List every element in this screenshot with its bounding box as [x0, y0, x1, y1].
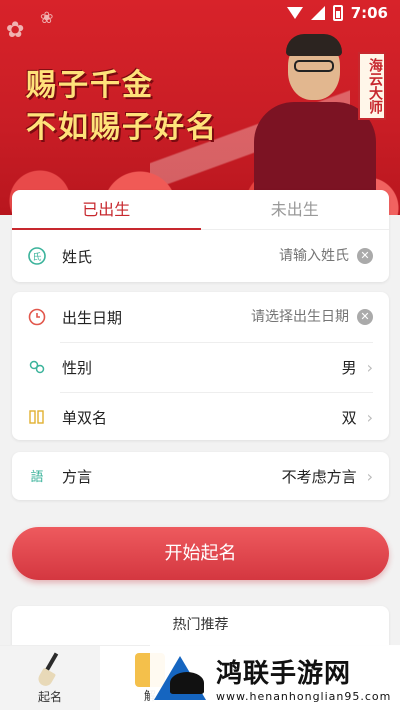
- birth-info-card: 出生日期 ✕ 性别 男 › 单双名 双 ›: [12, 292, 389, 440]
- dialect-icon: 語: [28, 467, 46, 485]
- gender-value: 男: [341, 358, 357, 377]
- dialect-value: 不考虑方言: [281, 467, 357, 486]
- slogan-line-2: 不如赐子好名: [26, 110, 218, 145]
- status-bar: 7:06: [0, 0, 400, 26]
- chevron-right-icon: ›: [366, 357, 373, 377]
- watermark-url: www.henanhonglian95.com: [216, 689, 392, 703]
- birth-tabs: 已出生 未出生: [12, 190, 389, 230]
- chevron-right-icon: ›: [366, 407, 373, 427]
- watermark: 鸿联手游网 www.henanhonglian95.com: [150, 645, 400, 710]
- nav-item-naming[interactable]: 起名: [0, 646, 100, 710]
- signal-icon: [310, 6, 325, 20]
- clock-icon: [28, 308, 46, 326]
- status-time: 7:06: [350, 4, 388, 22]
- surname-icon: 氏: [28, 247, 46, 265]
- brush-icon: [35, 652, 65, 689]
- wifi-icon: [286, 7, 303, 19]
- name-length-label: 单双名: [62, 408, 108, 427]
- slogan-line-1: 赐子千金: [26, 68, 154, 103]
- svg-text:氏: 氏: [32, 252, 41, 263]
- start-naming-button[interactable]: 开始起名: [12, 527, 389, 580]
- birth-date-label: 出生日期: [62, 308, 123, 327]
- surname-row[interactable]: 氏 姓氏 ✕: [12, 230, 389, 282]
- nav-item-label: 起名: [37, 690, 62, 704]
- svg-text:語: 語: [30, 469, 43, 485]
- watermark-title: 鸿联手游网: [216, 658, 352, 689]
- watermark-logo-icon: [150, 650, 210, 705]
- clear-surname-icon[interactable]: ✕: [357, 248, 373, 264]
- dialect-row[interactable]: 語 方言 不考虑方言 ›: [12, 452, 389, 500]
- name-length-value: 双: [341, 408, 357, 427]
- surname-label: 姓氏: [62, 247, 93, 266]
- birth-status-card: 已出生 未出生 氏 姓氏 ✕: [12, 190, 389, 282]
- master-title: 海云大师: [358, 52, 386, 120]
- blossom-decoration: ❀: [40, 8, 54, 27]
- name-length-row[interactable]: 单双名 双 ›: [12, 392, 389, 442]
- battery-icon: [332, 5, 343, 21]
- dialect-label: 方言: [62, 467, 93, 486]
- gender-row[interactable]: 性别 男 ›: [12, 342, 389, 392]
- surname-input[interactable]: [189, 248, 349, 264]
- tab-unborn[interactable]: 未出生: [201, 190, 390, 229]
- name-length-icon: [28, 408, 46, 426]
- gender-icon: [28, 358, 46, 376]
- hero-banner: 7:06 ✿ ❀ 赐子千金 不如赐子好名 海云大师: [0, 0, 400, 215]
- clear-date-icon[interactable]: ✕: [357, 309, 373, 325]
- chevron-right-icon: ›: [366, 466, 373, 486]
- birth-date-row[interactable]: 出生日期 ✕: [12, 292, 389, 342]
- gender-label: 性别: [62, 358, 93, 377]
- dialect-card: 語 方言 不考虑方言 ›: [12, 452, 389, 500]
- blossom-decoration: ✿: [6, 18, 25, 43]
- tab-born[interactable]: 已出生: [12, 190, 201, 230]
- hot-recommend-title: 热门推荐: [172, 617, 229, 633]
- birth-date-input[interactable]: [189, 309, 349, 325]
